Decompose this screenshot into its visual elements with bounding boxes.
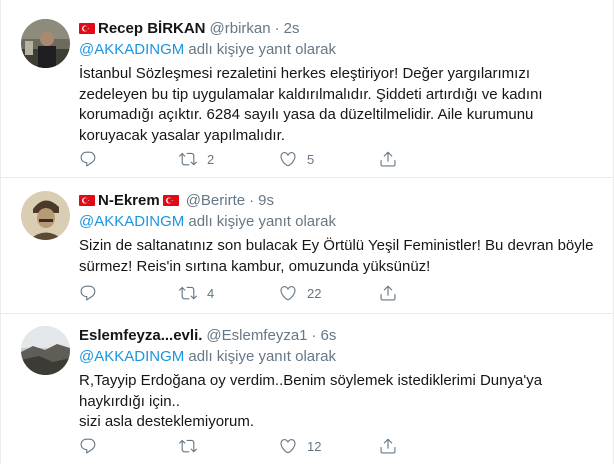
- tweet-actions: 12: [79, 436, 519, 456]
- like-count: 22: [307, 285, 322, 301]
- tweet-text-line: R,Tayyip Erdoğana oy verdim..Benim söyle…: [79, 372, 543, 389]
- tweet-text: R,Tayyip Erdoğana oy verdim..Benim söyle…: [79, 371, 601, 433]
- like-count: 12: [307, 438, 322, 454]
- reply-button[interactable]: [79, 149, 179, 169]
- like-button[interactable]: 5: [279, 149, 379, 169]
- tweet-header: Recep BİRKAN @rbirkan · 2s: [79, 18, 601, 38]
- tweet-text-line: Sizin de saltanatınız son bulacak Ey Ört…: [79, 237, 594, 254]
- tweet-actions: 2 5: [79, 149, 519, 169]
- reply-context: @AKKADINGM adlı kişiye yanıt olarak: [79, 347, 601, 367]
- tweet-text-line: haykırdığı için..: [79, 392, 180, 410]
- turkish-flag-icon: [163, 195, 179, 206]
- tweet-actions: 4 22: [79, 283, 519, 303]
- like-icon: [279, 437, 297, 455]
- tweet[interactable]: N-Ekrem @Berirte · 9s @AKKADINGM adlı ki…: [1, 178, 614, 314]
- tweet-text-line: sürmez! Reis'in sırtına kambur, omuzunda…: [79, 257, 431, 275]
- tweet-text-line: koruyacak yasalar yapılmalıdır.: [79, 126, 285, 144]
- reply-context-text: adlı kişiye yanıt olarak: [188, 213, 336, 230]
- mention-link[interactable]: @AKKADINGM: [79, 213, 184, 230]
- reply-icon: [79, 284, 97, 302]
- like-button[interactable]: 12: [279, 436, 379, 456]
- reply-icon: [79, 150, 97, 168]
- separator-dot: ·: [274, 19, 280, 37]
- tweet-text-line: İstanbul Sözleşmesi rezaletini herkes el…: [79, 65, 531, 82]
- reply-button[interactable]: [79, 283, 179, 303]
- tweet-text: Sizin de saltanatınız son bulacak Ey Ört…: [79, 236, 601, 277]
- reply-button[interactable]: [79, 436, 179, 456]
- retweet-icon: [179, 284, 197, 302]
- timestamp[interactable]: 2s: [284, 20, 300, 37]
- like-button[interactable]: 22: [279, 283, 379, 303]
- share-icon: [379, 150, 397, 168]
- share-icon: [379, 284, 397, 302]
- tweet-header: N-Ekrem @Berirte · 9s: [79, 190, 601, 210]
- retweet-button[interactable]: 2: [179, 149, 279, 169]
- avatar[interactable]: [21, 19, 70, 68]
- timestamp[interactable]: 9s: [258, 192, 274, 209]
- timestamp[interactable]: 6s: [321, 327, 337, 344]
- reply-context: @AKKADINGM adlı kişiye yanıt olarak: [79, 212, 601, 232]
- display-name[interactable]: Recep BİRKAN: [98, 20, 206, 37]
- tweet-text-line: zedeleyen bu tip uygulamalar kaldırılmal…: [79, 85, 543, 103]
- tweet[interactable]: Eslemfeyza...evli. @Eslemfeyza1 · 6s @AK…: [1, 314, 614, 464]
- user-handle[interactable]: @Berirte: [186, 192, 245, 209]
- user-handle[interactable]: @rbirkan: [210, 20, 271, 37]
- tweet-text-line: sizi asla desteklemiyorum.: [79, 413, 255, 430]
- retweet-count: 2: [207, 151, 215, 167]
- retweet-button[interactable]: [179, 436, 279, 456]
- like-icon: [279, 150, 297, 168]
- retweet-icon: [179, 437, 197, 455]
- like-count: 5: [307, 151, 315, 167]
- turkish-flag-icon: [79, 23, 95, 34]
- tweet-timeline: Recep BİRKAN @rbirkan · 2s @AKKADINGM ad…: [0, 0, 614, 464]
- turkish-flag-icon: [79, 195, 95, 206]
- share-button[interactable]: [379, 436, 419, 456]
- avatar[interactable]: [21, 326, 70, 375]
- mention-link[interactable]: @AKKADINGM: [79, 41, 184, 58]
- separator-dot: ·: [311, 326, 317, 344]
- reply-context: @AKKADINGM adlı kişiye yanıt olarak: [79, 40, 601, 60]
- display-name[interactable]: Eslemfeyza...evli.: [79, 327, 202, 344]
- retweet-icon: [179, 150, 197, 168]
- tweet-header: Eslemfeyza...evli. @Eslemfeyza1 · 6s: [79, 325, 601, 345]
- reply-context-text: adlı kişiye yanıt olarak: [188, 41, 336, 58]
- mention-link[interactable]: @AKKADINGM: [79, 348, 184, 365]
- tweet[interactable]: Recep BİRKAN @rbirkan · 2s @AKKADINGM ad…: [1, 0, 614, 178]
- tweet-text: İstanbul Sözleşmesi rezaletini herkes el…: [79, 64, 601, 146]
- tweet-text-line: korumadığı açıktır. 6284 sayılı yasa da …: [79, 106, 534, 123]
- retweet-button[interactable]: 4: [179, 283, 279, 303]
- display-name[interactable]: N-Ekrem: [98, 192, 160, 209]
- separator-dot: ·: [249, 191, 255, 209]
- user-handle[interactable]: @Eslemfeyza1: [206, 327, 307, 344]
- share-button[interactable]: [379, 149, 419, 169]
- reply-icon: [79, 437, 97, 455]
- like-icon: [279, 284, 297, 302]
- share-button[interactable]: [379, 283, 419, 303]
- avatar[interactable]: [21, 191, 70, 240]
- retweet-count: 4: [207, 285, 215, 301]
- share-icon: [379, 437, 397, 455]
- reply-context-text: adlı kişiye yanıt olarak: [188, 348, 336, 365]
